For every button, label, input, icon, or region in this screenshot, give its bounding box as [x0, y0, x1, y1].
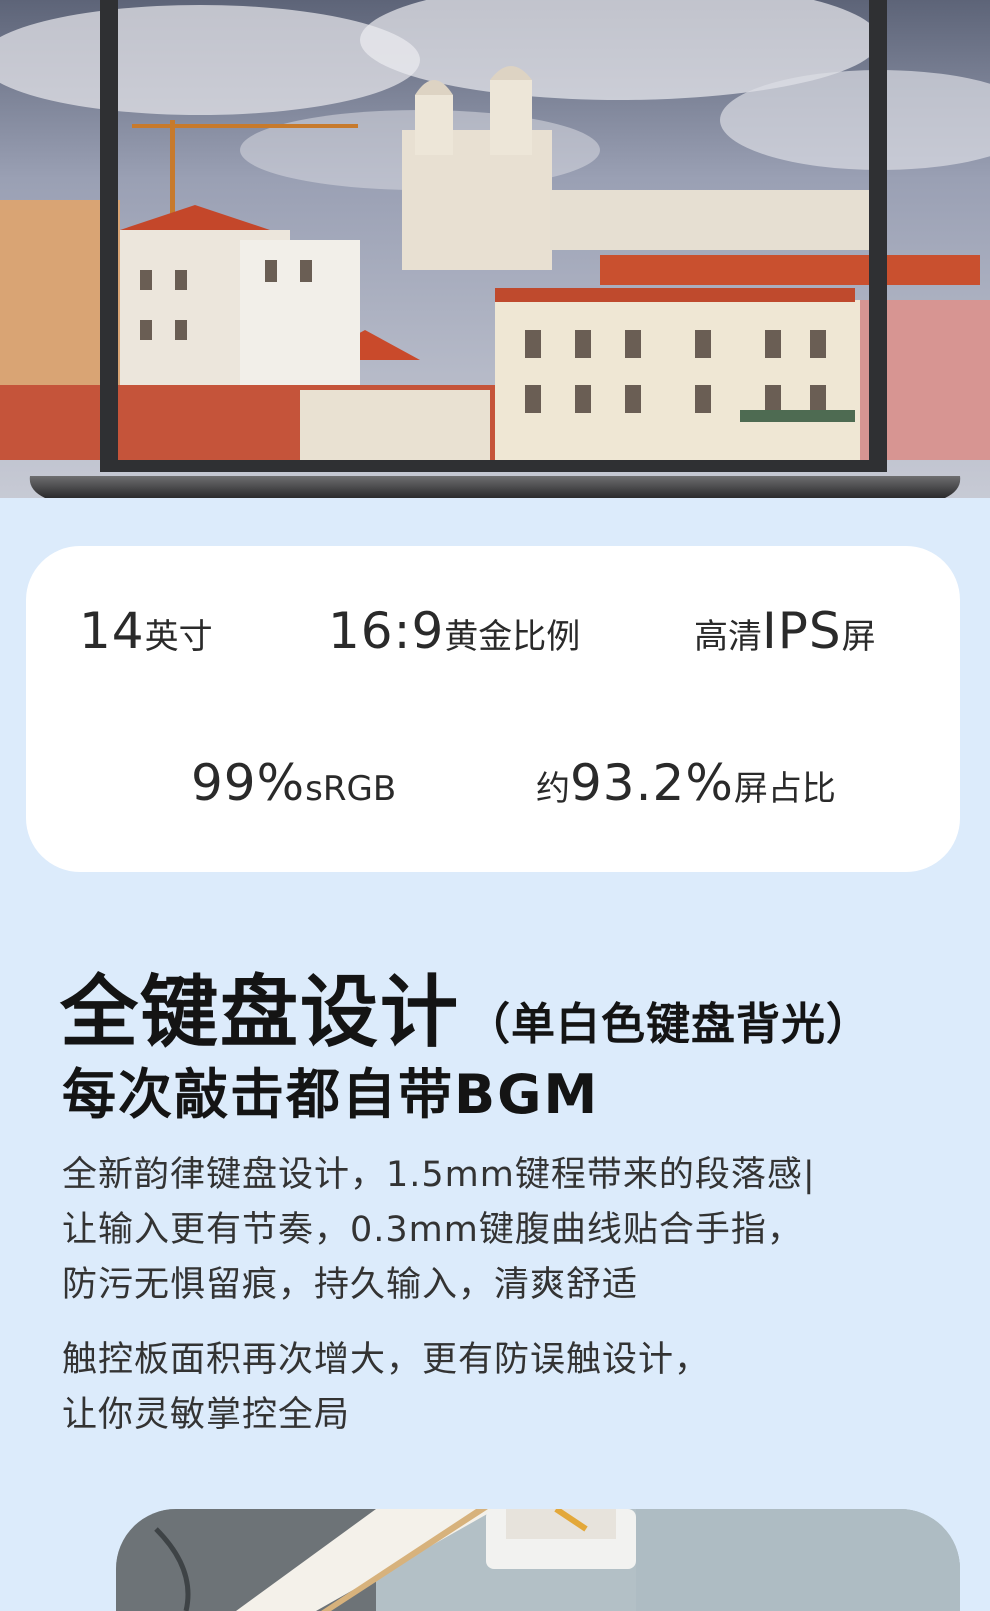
- spec-gamut-unit: sRGB: [305, 769, 397, 809]
- spec-ratio-number: 16:9: [328, 602, 445, 660]
- description-line: 触控板面积再次增大，更有防误触设计，: [62, 1340, 711, 1380]
- display-spec-card: 14英寸 16:9黄金比例 高清IPS屏 99%sRGB 约93.2%屏占比: [26, 546, 960, 872]
- keyboard-section-title: 全键盘设计 （单白色键盘背光）: [60, 950, 871, 1062]
- spec-size-unit: 英寸: [144, 617, 213, 657]
- spec-screen-ratio-prefix: 约: [536, 769, 570, 809]
- description-line: 防污无惧留痕，持久输入，清爽舒适: [62, 1265, 639, 1305]
- touchpad-description: 触控板面积再次增大，更有防误触设计， 让你灵敏掌控全局: [62, 1333, 710, 1443]
- spec-screen-ratio-suffix: 屏占比: [733, 769, 836, 809]
- spec-panel-suffix: 屏: [841, 617, 876, 657]
- city-photo: [0, 0, 990, 512]
- keyboard-title-text: 全键盘设计: [60, 968, 461, 1058]
- spec-color-gamut: 99%sRGB: [191, 754, 396, 812]
- spec-panel-prefix: 高清: [694, 617, 762, 657]
- spec-gamut-number: 99%: [191, 754, 306, 812]
- keyboard-description: 全新韵律键盘设计，1.5mm键程带来的段落感| 让输入更有节奏，0.3mm键腹曲…: [62, 1148, 816, 1313]
- desk-photo-image: [116, 1509, 960, 1611]
- spec-size-number: 14: [79, 602, 145, 660]
- spec-screen-size: 14英寸: [79, 602, 213, 660]
- description-line: 全新韵律键盘设计，1.5mm键程带来的段落感|: [62, 1155, 816, 1195]
- keyboard-title-note: （单白色键盘背光）: [466, 999, 872, 1050]
- spec-panel-type: 高清IPS屏: [694, 602, 876, 660]
- description-line: 让你灵敏掌控全局: [62, 1395, 351, 1435]
- desk-photo: [116, 1509, 960, 1611]
- keyboard-section-subtitle: 每次敲击都自带BGM: [62, 1063, 600, 1126]
- spec-panel-number: IPS: [762, 602, 842, 660]
- spec-screen-ratio-number: 93.2%: [570, 754, 734, 812]
- description-line: 让输入更有节奏，0.3mm键腹曲线贴合手指，: [62, 1210, 803, 1250]
- spec-screen-to-body-ratio: 约93.2%屏占比: [536, 754, 836, 812]
- spec-aspect-ratio: 16:9黄金比例: [328, 602, 580, 660]
- spec-ratio-label: 黄金比例: [444, 617, 581, 657]
- hero-laptop-image: [0, 0, 990, 512]
